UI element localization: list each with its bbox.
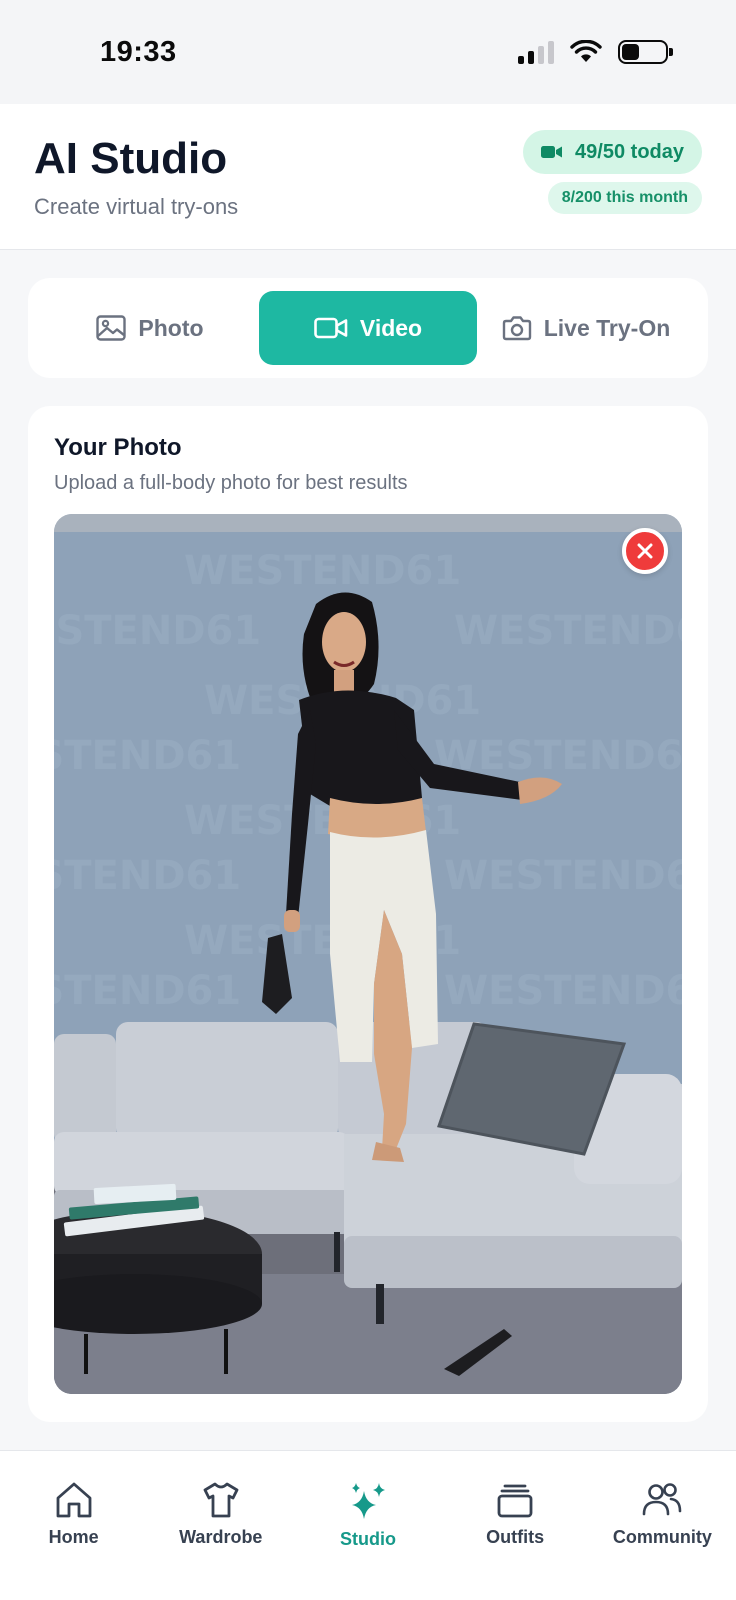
nav-item-wardrobe[interactable]: Wardrobe (151, 1481, 291, 1600)
page-title: AI Studio (34, 134, 228, 183)
people-icon (643, 1483, 682, 1516)
svg-text:WESTEND61: WESTEND61 (444, 968, 682, 1014)
nav-outfits-label: Outfits (486, 1527, 545, 1547)
svg-text:WESTEND61: WESTEND61 (54, 853, 241, 899)
status-icons (518, 40, 673, 64)
nav-item-outfits[interactable]: Outfits (445, 1481, 585, 1600)
daily-quota-text: 49/50 today (575, 140, 684, 163)
card-subtitle: Upload a full-body photo for best result… (54, 472, 408, 494)
svg-text:WESTEND61: WESTEND61 (54, 968, 241, 1014)
image-icon (96, 315, 127, 341)
photo-illustration: WESTEND61 WESTEND61 WESTEND61 WESTEND61 … (54, 514, 682, 1394)
sparkles-icon (351, 1483, 385, 1519)
nav-item-community[interactable]: Community (592, 1481, 732, 1600)
status-bar: 19:33 (0, 0, 736, 104)
status-time: 19:33 (100, 36, 177, 68)
close-icon (637, 543, 653, 559)
tab-live-try-on-label: Live Try-On (543, 314, 671, 341)
tab-video[interactable]: Video (259, 291, 477, 365)
video-camera-icon (314, 317, 348, 339)
video-camera-icon (541, 146, 563, 158)
nav-wardrobe-label: Wardrobe (179, 1527, 263, 1547)
svg-text:WESTEND61: WESTEND61 (444, 853, 682, 899)
nav-item-studio[interactable]: Studio (298, 1481, 438, 1600)
wifi-icon (570, 40, 602, 62)
cellular-signal-icon (518, 40, 554, 64)
page-subtitle: Create virtual try-ons (34, 194, 239, 219)
daily-quota-badge: 49/50 today (523, 130, 702, 174)
svg-text:WESTEND61: WESTEND61 (54, 608, 261, 654)
svg-text:WESTEND61: WESTEND61 (184, 548, 461, 594)
nav-home-label: Home (48, 1527, 99, 1547)
nav-item-home[interactable]: Home (4, 1481, 144, 1600)
uploaded-photo[interactable]: WESTEND61 WESTEND61 WESTEND61 WESTEND61 … (54, 514, 682, 1394)
monthly-quota-text: 8/200 this month (561, 189, 688, 206)
svg-text:WESTEND61: WESTEND61 (454, 608, 682, 654)
your-photo-card: Your Photo Upload a full-body photo for … (28, 406, 708, 1422)
home-icon (56, 1482, 91, 1518)
nav-community-label: Community (612, 1527, 712, 1547)
battery-icon (618, 40, 673, 64)
card-title: Your Photo (54, 434, 182, 461)
stacked-cards-icon (497, 1484, 533, 1518)
tab-video-label: Video (359, 314, 423, 341)
tab-photo[interactable]: Photo (41, 291, 259, 365)
bottom-nav: Home Wardrobe Studio Outfits Community (0, 1450, 736, 1600)
svg-text:WESTEND61: WESTEND61 (54, 733, 241, 779)
page-header: AI Studio Create virtual try-ons 49/50 t… (0, 104, 736, 250)
tshirt-icon (203, 1482, 239, 1518)
remove-photo-button[interactable] (622, 528, 668, 574)
mode-tabs: Photo Video Live Try-On (28, 278, 708, 378)
tab-photo-label: Photo (138, 314, 204, 341)
camera-icon (502, 316, 531, 341)
nav-studio-label: Studio (339, 1529, 396, 1549)
tab-live-try-on[interactable]: Live Try-On (477, 291, 695, 365)
monthly-quota-badge: 8/200 this month (547, 182, 702, 214)
